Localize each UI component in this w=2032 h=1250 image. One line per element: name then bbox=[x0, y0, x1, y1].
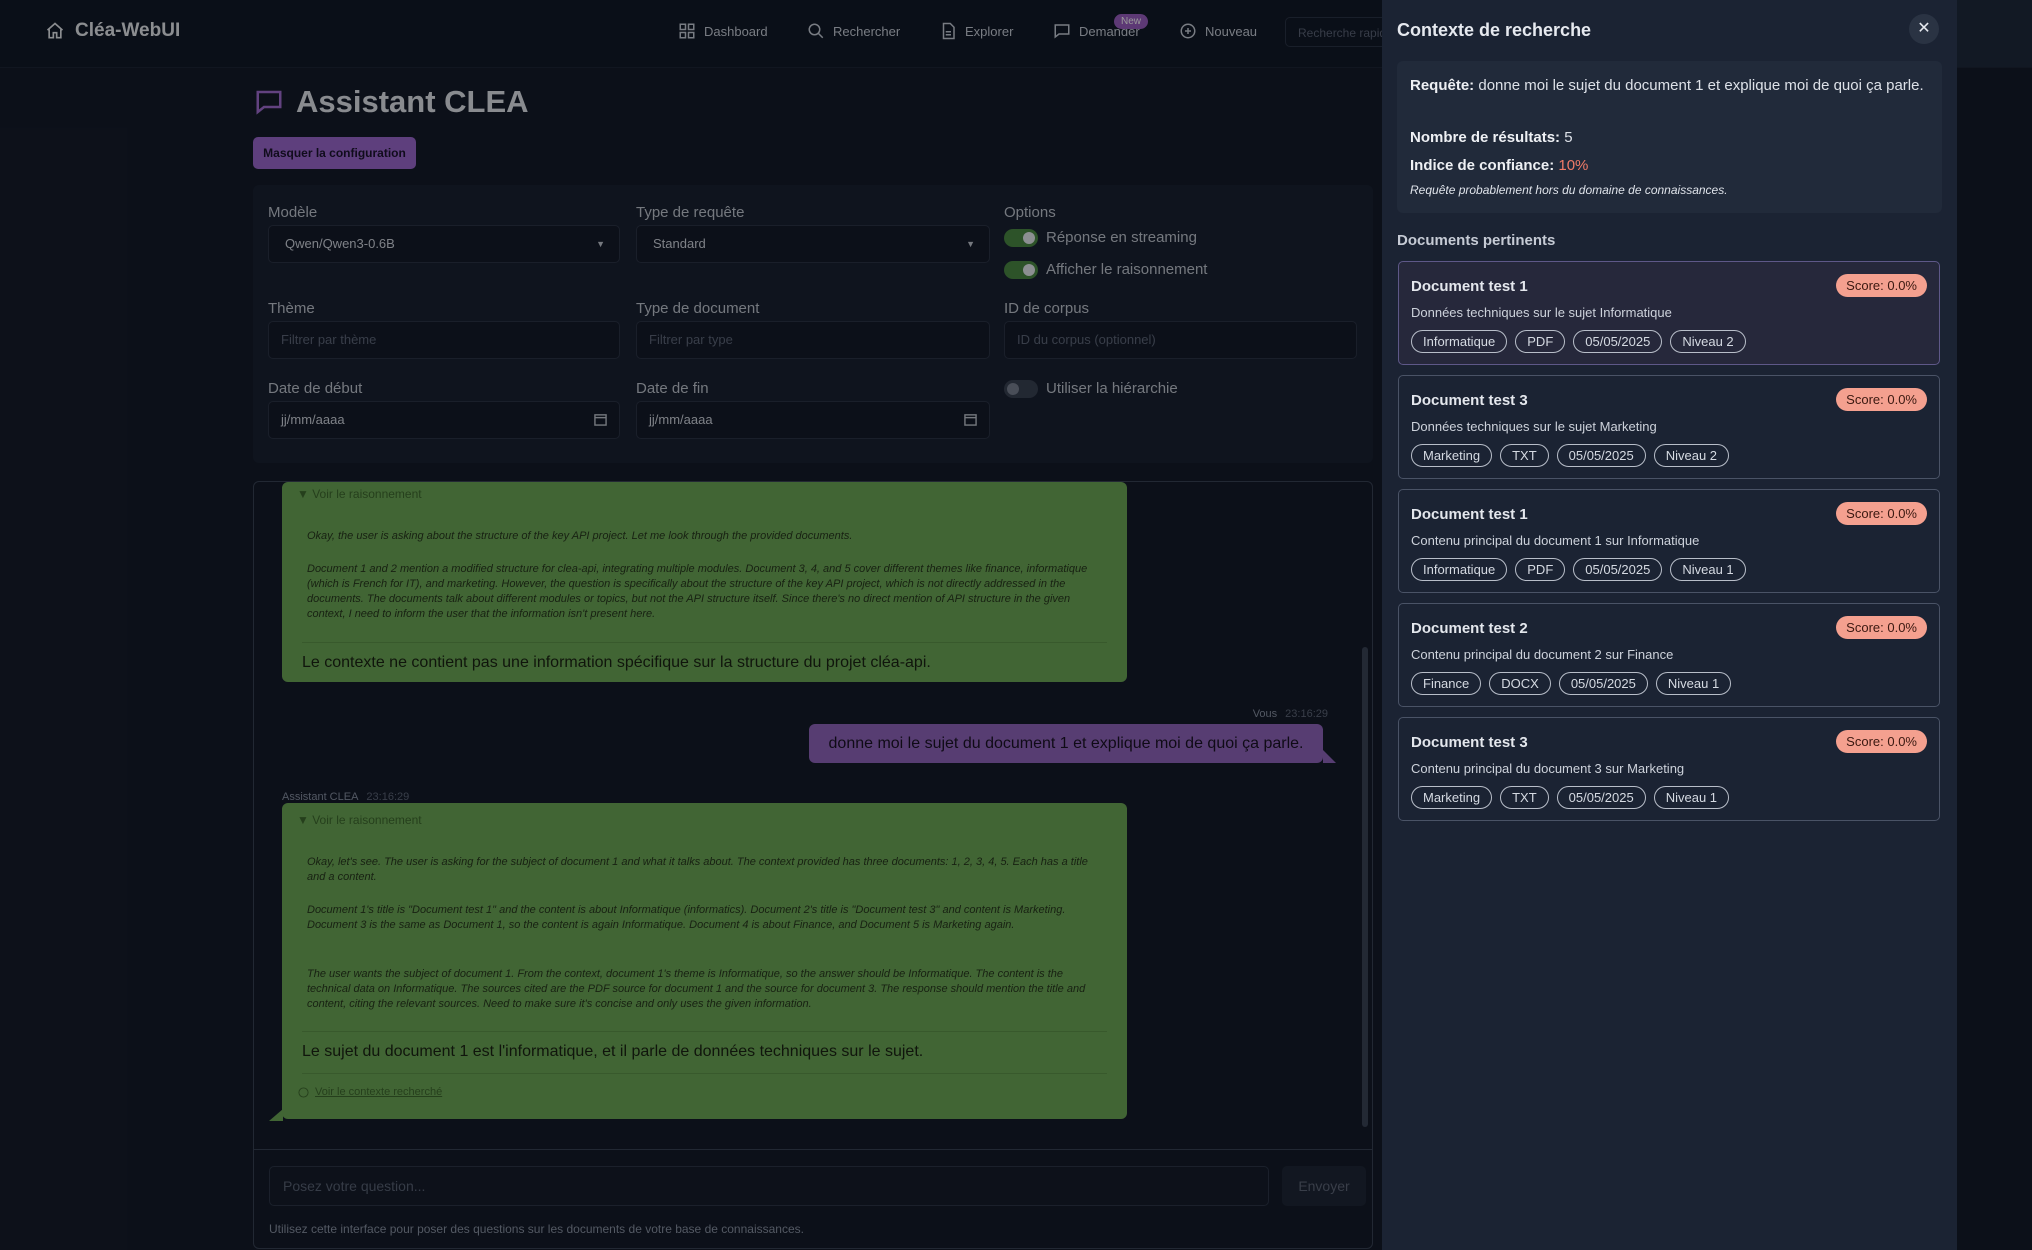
document-title: Document test 2 bbox=[1411, 620, 1528, 637]
close-icon[interactable]: ✕ bbox=[1909, 14, 1939, 44]
tag: PDF bbox=[1515, 330, 1566, 353]
document-tags: Marketing TXT 05/05/2025 Niveau 1 bbox=[1411, 786, 1730, 809]
document-title: Document test 3 bbox=[1411, 392, 1528, 409]
score-badge: Score: 0.0% bbox=[1836, 616, 1927, 639]
tag: PDF bbox=[1515, 558, 1566, 581]
tag: 05/05/2025 bbox=[1573, 330, 1663, 353]
tag: Niveau 1 bbox=[1653, 786, 1730, 809]
document-description: Contenu principal du document 2 sur Fina… bbox=[1411, 647, 1674, 662]
search-context-panel: Contexte de recherche ✕ Requête: donne m… bbox=[1382, 0, 1957, 1250]
document-tags: Informatique PDF 05/05/2025 Niveau 1 bbox=[1411, 558, 1746, 581]
document-card[interactable]: Document test 2 Score: 0.0% Contenu prin… bbox=[1398, 603, 1940, 707]
tag: Marketing bbox=[1411, 786, 1493, 809]
confidence-label: Indice de confiance: bbox=[1410, 157, 1555, 174]
tag: 05/05/2025 bbox=[1556, 786, 1646, 809]
docs-heading: Documents pertinents bbox=[1397, 232, 1556, 249]
tag: TXT bbox=[1500, 444, 1549, 467]
tag: Niveau 1 bbox=[1670, 558, 1746, 581]
document-title: Document test 1 bbox=[1411, 506, 1528, 523]
document-tags: Marketing TXT 05/05/2025 Niveau 2 bbox=[1411, 444, 1730, 467]
tag: DOCX bbox=[1489, 672, 1551, 695]
document-card[interactable]: Document test 3 Score: 0.0% Contenu prin… bbox=[1398, 717, 1940, 821]
results-value: 5 bbox=[1564, 129, 1573, 146]
document-tags: Finance DOCX 05/05/2025 Niveau 1 bbox=[1411, 672, 1732, 695]
tag: 05/05/2025 bbox=[1556, 444, 1646, 467]
tag: 05/05/2025 bbox=[1558, 672, 1648, 695]
query-note: Requête probablement hors du domaine de … bbox=[1410, 183, 1728, 197]
document-title: Document test 3 bbox=[1411, 734, 1528, 751]
document-description: Contenu principal du document 3 sur Mark… bbox=[1411, 761, 1685, 776]
tag: TXT bbox=[1500, 786, 1549, 809]
panel-title: Contexte de recherche bbox=[1397, 20, 1592, 40]
tag: Informatique bbox=[1411, 330, 1508, 353]
confidence-value: 10% bbox=[1558, 157, 1589, 174]
tag: 05/05/2025 bbox=[1573, 558, 1663, 581]
tag: Finance bbox=[1411, 672, 1482, 695]
tag: Niveau 2 bbox=[1670, 330, 1746, 353]
document-tags: Informatique PDF 05/05/2025 Niveau 2 bbox=[1411, 330, 1746, 353]
score-badge: Score: 0.0% bbox=[1836, 730, 1927, 753]
score-badge: Score: 0.0% bbox=[1836, 274, 1927, 297]
document-card[interactable]: Document test 1 Score: 0.0% Contenu prin… bbox=[1398, 489, 1940, 593]
results-label: Nombre de résultats: bbox=[1410, 129, 1561, 146]
query-text: donne moi le sujet du document 1 et expl… bbox=[1478, 77, 1924, 94]
document-title: Document test 1 bbox=[1411, 278, 1528, 295]
confidence-line: Indice de confiance: 10% bbox=[1410, 154, 1588, 177]
document-description: Contenu principal du document 1 sur Info… bbox=[1411, 533, 1700, 548]
score-badge: Score: 0.0% bbox=[1836, 388, 1927, 411]
document-card[interactable]: Document test 3 Score: 0.0% Données tech… bbox=[1398, 375, 1940, 479]
tag: Niveau 1 bbox=[1655, 672, 1732, 695]
score-badge: Score: 0.0% bbox=[1836, 502, 1927, 525]
document-card[interactable]: Document test 1 Score: 0.0% Données tech… bbox=[1398, 261, 1940, 365]
tag: Marketing bbox=[1411, 444, 1493, 467]
results-line: Nombre de résultats: 5 bbox=[1410, 126, 1573, 149]
query-line: Requête: donne moi le sujet du document … bbox=[1410, 74, 1930, 97]
tag: Informatique bbox=[1411, 558, 1508, 581]
document-description: Données techniques sur le sujet Marketin… bbox=[1411, 419, 1657, 434]
document-description: Données techniques sur le sujet Informat… bbox=[1411, 305, 1672, 320]
query-summary: Requête: donne moi le sujet du document … bbox=[1397, 61, 1942, 213]
tag: Niveau 2 bbox=[1653, 444, 1730, 467]
query-label: Requête: bbox=[1410, 77, 1475, 94]
